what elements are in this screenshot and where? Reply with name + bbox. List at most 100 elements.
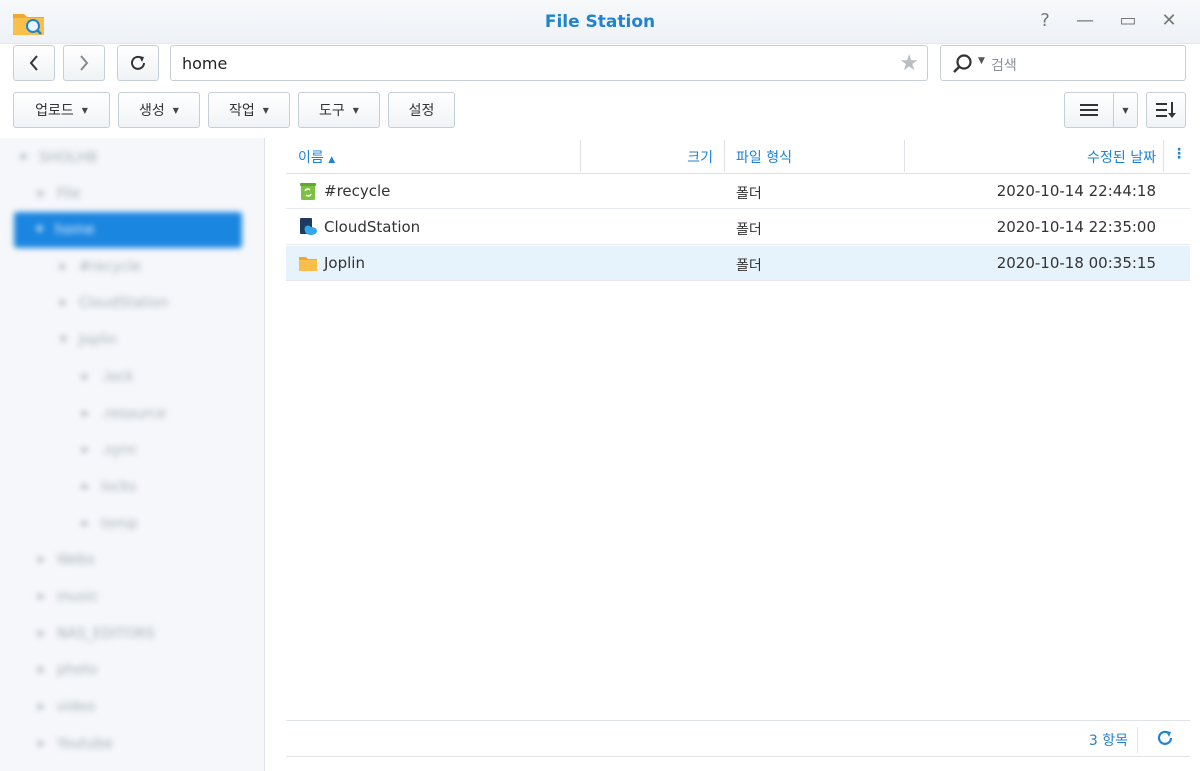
file-modified: 2020-10-18 00:35:15 bbox=[996, 254, 1156, 272]
expand-icon: ▼ bbox=[36, 225, 43, 235]
star-icon[interactable]: ★ bbox=[899, 51, 919, 76]
tree-item[interactable]: ▶ locks bbox=[82, 469, 136, 505]
tree-item[interactable]: ▶ Youtube bbox=[38, 726, 113, 762]
tree-item-label: temp bbox=[100, 516, 138, 532]
tree-item-label: CloudStation bbox=[78, 295, 169, 311]
caret-down-icon: ▼ bbox=[262, 105, 269, 115]
tree-item[interactable]: ▶ video bbox=[38, 689, 95, 725]
tools-button-label: 도구 bbox=[319, 103, 345, 119]
expand-icon: ▶ bbox=[82, 372, 89, 382]
tree-item-label: .sync bbox=[100, 442, 138, 458]
refresh-button[interactable] bbox=[117, 45, 159, 81]
list-view-button[interactable] bbox=[1064, 92, 1114, 128]
expand-icon: ▶ bbox=[38, 189, 45, 199]
expand-icon: ▶ bbox=[82, 519, 89, 529]
search-dropdown-caret-icon[interactable]: ▼ bbox=[978, 56, 985, 66]
file-type: 폴더 bbox=[736, 258, 762, 274]
expand-icon: ▶ bbox=[38, 629, 45, 639]
sort-button[interactable] bbox=[1146, 92, 1186, 128]
item-count: 3 항목 bbox=[1088, 733, 1128, 749]
tree-item[interactable]: ▶ temp bbox=[82, 506, 138, 542]
help-icon[interactable]: ? bbox=[1034, 10, 1056, 32]
table-row[interactable]: #recycle 폴더 2020-10-14 22:44:18 bbox=[286, 174, 1190, 209]
tree-item[interactable]: ▶ CloudStation bbox=[60, 285, 169, 321]
expand-icon: ▶ bbox=[82, 409, 89, 419]
expand-icon: ▼ bbox=[20, 153, 27, 163]
search-field[interactable]: ▼ 검색 bbox=[940, 45, 1186, 81]
tree-item-label: SHOLHB bbox=[38, 150, 98, 166]
expand-icon: ▶ bbox=[38, 665, 45, 675]
table-row-selected[interactable]: Joplin 폴더 2020-10-18 00:35:15 bbox=[286, 246, 1190, 281]
column-header-size[interactable]: 크기 bbox=[687, 147, 713, 167]
column-header-modified[interactable]: 수정된 날짜 bbox=[1087, 147, 1156, 167]
list-view-icon bbox=[1080, 104, 1098, 116]
maximize-icon[interactable]: ▭ bbox=[1117, 10, 1139, 32]
minimize-icon[interactable]: — bbox=[1074, 10, 1096, 32]
caret-down-icon: ▼ bbox=[81, 105, 88, 115]
close-icon[interactable]: ✕ bbox=[1158, 10, 1180, 32]
tree-item-label: locks bbox=[100, 479, 137, 495]
tree-item[interactable]: ▶ music bbox=[38, 579, 98, 615]
folder-icon bbox=[299, 257, 317, 271]
expand-icon: ▶ bbox=[60, 298, 67, 308]
chevron-right-icon bbox=[80, 55, 89, 71]
file-name: #recycle bbox=[324, 182, 391, 200]
expand-icon: ▶ bbox=[38, 739, 45, 749]
tree-item-label: Youtube bbox=[56, 736, 113, 752]
title-bar: File Station ? — ▭ ✕ bbox=[0, 0, 1200, 44]
file-type: 폴더 bbox=[736, 186, 762, 202]
tree-item-label: home bbox=[54, 222, 95, 238]
column-header-name[interactable]: 이름 ▲ bbox=[298, 147, 335, 167]
file-name: CloudStation bbox=[324, 218, 421, 236]
file-list: 이름 ▲ 크기 파일 형식 수정된 날짜 ⋮ #recycle 폴더 2020-… bbox=[286, 138, 1190, 722]
tree-item[interactable]: ▶ photo bbox=[38, 652, 97, 688]
tree-item-selected[interactable]: ▼ home bbox=[14, 212, 242, 248]
tree-item[interactable]: ▼ SHOLHB bbox=[20, 140, 97, 176]
column-divider[interactable] bbox=[580, 140, 581, 172]
back-button[interactable] bbox=[13, 45, 55, 81]
search-icon bbox=[953, 54, 972, 73]
tree-item-label: .lock bbox=[100, 369, 134, 385]
sort-icon bbox=[1156, 102, 1176, 118]
path-field[interactable]: home ★ bbox=[170, 45, 928, 81]
column-divider[interactable] bbox=[1163, 140, 1164, 172]
tree-item[interactable]: ▼ Joplin bbox=[60, 322, 117, 358]
recycle-folder-icon bbox=[300, 183, 316, 200]
forward-button[interactable] bbox=[63, 45, 105, 81]
refresh-icon[interactable] bbox=[1156, 729, 1174, 747]
upload-button[interactable]: 업로드 ▼ bbox=[13, 92, 110, 128]
expand-icon: ▶ bbox=[60, 262, 67, 272]
tree-item[interactable]: ▶ File bbox=[38, 176, 80, 212]
action-button[interactable]: 작업 ▼ bbox=[208, 92, 290, 128]
tree-item-label: Webs bbox=[56, 552, 95, 568]
column-divider[interactable] bbox=[904, 140, 905, 172]
settings-button[interactable]: 설정 bbox=[388, 92, 455, 128]
tree-item-label: music bbox=[56, 589, 99, 605]
tree-item[interactable]: ▶ #recycle bbox=[60, 249, 141, 285]
column-header-type[interactable]: 파일 형식 bbox=[736, 147, 792, 167]
tools-button[interactable]: 도구 ▼ bbox=[298, 92, 380, 128]
search-placeholder: 검색 bbox=[991, 58, 1017, 74]
file-modified: 2020-10-14 22:35:00 bbox=[996, 218, 1156, 236]
column-divider[interactable] bbox=[724, 140, 725, 172]
tree-item[interactable]: ▶ .lock bbox=[82, 359, 134, 395]
view-mode-dropdown[interactable]: ▼ bbox=[1113, 92, 1138, 128]
window-title: File Station bbox=[544, 12, 656, 32]
table-row[interactable]: CloudStation 폴더 2020-10-14 22:35:00 bbox=[286, 210, 1190, 245]
create-button[interactable]: 생성 ▼ bbox=[118, 92, 200, 128]
tree-item-label: File bbox=[56, 186, 81, 202]
tree-item-label: .resource bbox=[100, 406, 166, 422]
column-options-icon[interactable]: ⋮ bbox=[1172, 146, 1186, 162]
chevron-left-icon bbox=[29, 55, 38, 71]
tree-item[interactable]: ▶ .resource bbox=[82, 396, 166, 432]
expand-icon: ▼ bbox=[60, 335, 67, 345]
action-button-label: 작업 bbox=[229, 103, 255, 119]
tree-item-label: video bbox=[56, 699, 96, 715]
caret-down-icon: ▼ bbox=[172, 105, 179, 115]
settings-button-label: 설정 bbox=[408, 103, 435, 119]
file-list-header: 이름 ▲ 크기 파일 형식 수정된 날짜 ⋮ bbox=[286, 138, 1190, 174]
tree-item[interactable]: ▶ Webs bbox=[38, 542, 95, 578]
cloud-station-folder-icon bbox=[300, 218, 317, 235]
tree-item[interactable]: ▶ .sync bbox=[82, 432, 138, 468]
tree-item[interactable]: ▶ NAS_EDITORS bbox=[38, 616, 155, 652]
